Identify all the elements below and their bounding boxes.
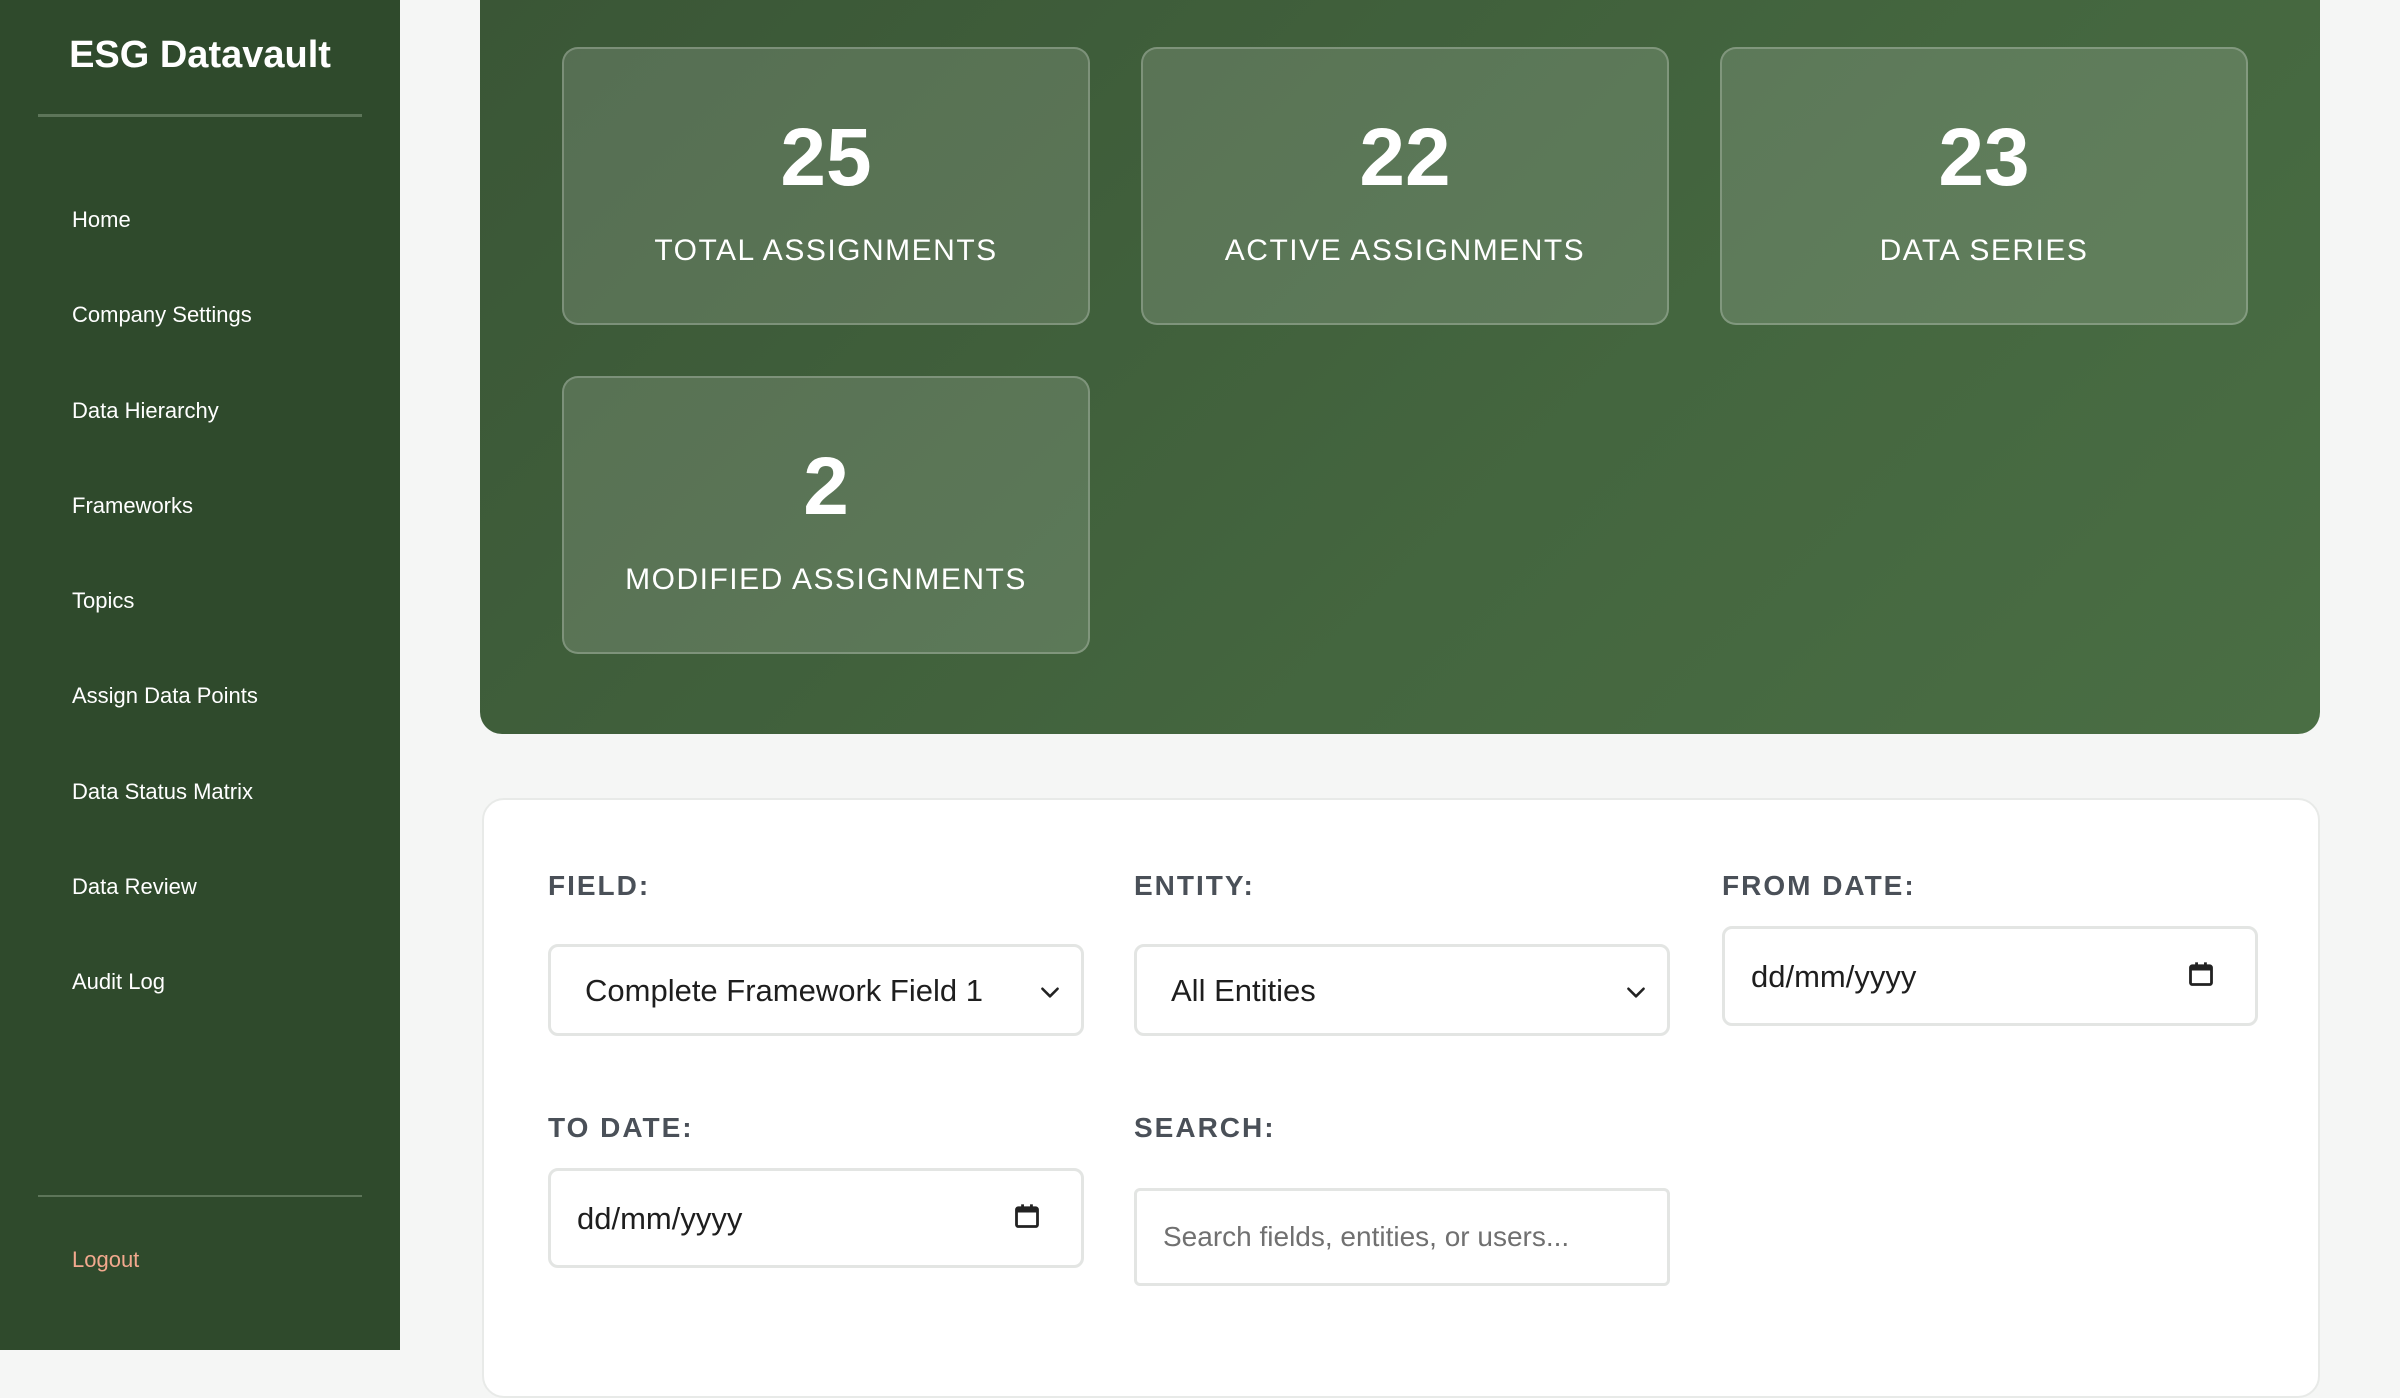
stat-card-active-assignments: 22 ACTIVE ASSIGNMENTS	[1141, 47, 1669, 325]
filter-panel: FIELD: Complete Framework Field 1 ENTITY…	[482, 798, 2320, 1398]
sidebar-item-home[interactable]: Home	[0, 190, 400, 285]
to-date-value: dd/mm/yyyy	[577, 1201, 743, 1236]
stat-label: TOTAL ASSIGNMENTS	[654, 234, 998, 267]
stat-card-modified-assignments: 2 MODIFIED ASSIGNMENTS	[562, 376, 1090, 654]
calendar-icon[interactable]	[2187, 959, 2215, 989]
stat-value: 25	[780, 112, 872, 203]
sidebar-item-data-review[interactable]: Data Review	[0, 857, 400, 952]
main-content: 25 TOTAL ASSIGNMENTS 22 ACTIVE ASSIGNMEN…	[400, 0, 2400, 1398]
sidebar-nav: Home Company Settings Data Hierarchy Fra…	[0, 190, 400, 1048]
to-date-input[interactable]: dd/mm/yyyy	[548, 1168, 1084, 1268]
entity-label: ENTITY:	[1134, 870, 1255, 901]
sidebar-item-topics[interactable]: Topics	[0, 571, 400, 666]
sidebar-item-company-settings[interactable]: Company Settings	[0, 285, 400, 380]
sidebar-item-data-hierarchy[interactable]: Data Hierarchy	[0, 381, 400, 476]
sidebar-divider	[38, 1195, 362, 1197]
stat-value: 22	[1359, 112, 1451, 203]
stat-card-data-series: 23 DATA SERIES	[1720, 47, 2248, 325]
calendar-icon[interactable]	[1013, 1201, 1041, 1231]
brand-divider	[38, 114, 362, 117]
brand-title: ESG Datavault	[69, 34, 331, 76]
logout-link[interactable]: Logout	[72, 1247, 139, 1273]
sidebar-item-data-status-matrix[interactable]: Data Status Matrix	[0, 762, 400, 857]
stat-card-total-assignments: 25 TOTAL ASSIGNMENTS	[562, 47, 1090, 325]
stat-value: 23	[1938, 112, 2030, 203]
field-select-value: Complete Framework Field 1	[585, 973, 983, 1008]
stat-label: DATA SERIES	[1879, 234, 2089, 267]
to-date-label: TO DATE:	[548, 1112, 694, 1143]
sidebar-item-frameworks[interactable]: Frameworks	[0, 476, 400, 571]
sidebar-item-audit-log[interactable]: Audit Log	[0, 952, 400, 1047]
chevron-down-icon	[1041, 987, 1059, 998]
stats-panel: 25 TOTAL ASSIGNMENTS 22 ACTIVE ASSIGNMEN…	[480, 0, 2320, 734]
stat-label: MODIFIED ASSIGNMENTS	[625, 563, 1027, 596]
stat-label: ACTIVE ASSIGNMENTS	[1224, 234, 1586, 267]
from-date-input[interactable]: dd/mm/yyyy	[1722, 926, 2258, 1026]
from-date-value: dd/mm/yyyy	[1751, 959, 1917, 994]
sidebar-item-assign-data-points[interactable]: Assign Data Points	[0, 666, 400, 761]
search-input[interactable]	[1134, 1188, 1670, 1286]
entity-select-value: All Entities	[1171, 973, 1316, 1008]
from-date-label: FROM DATE:	[1722, 870, 1916, 901]
chevron-down-icon	[1627, 987, 1645, 998]
search-label: SEARCH:	[1134, 1112, 1276, 1143]
field-select[interactable]: Complete Framework Field 1	[548, 944, 1084, 1036]
field-label: FIELD:	[548, 870, 651, 901]
sidebar: ESG Datavault Home Company Settings Data…	[0, 0, 400, 1350]
stat-value: 2	[803, 441, 849, 532]
entity-select[interactable]: All Entities	[1134, 944, 1670, 1036]
